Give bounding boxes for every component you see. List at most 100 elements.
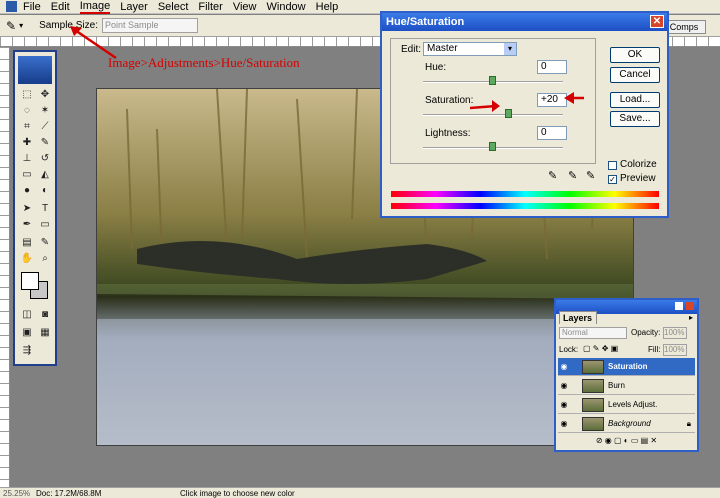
palette-menu-icon[interactable]: ▸ <box>689 313 693 322</box>
lock-icon: 🔒︎ <box>686 418 691 428</box>
quick-mask-icon[interactable]: ◫ <box>19 308 35 322</box>
clone-stamp-icon[interactable]: ⊥ <box>19 152 35 166</box>
pen-tool-icon[interactable]: ✒ <box>19 218 35 232</box>
hand-tool-icon[interactable]: ✋ <box>19 252 35 266</box>
chevron-down-icon[interactable]: ▾ <box>504 43 516 55</box>
blur-tool-icon[interactable]: ● <box>19 184 35 198</box>
layer-row[interactable]: ◉ Levels Adjust. <box>558 396 695 414</box>
lightness-slider[interactable] <box>423 142 563 151</box>
status-bar: 25.25% Doc: 17.2M/68.8M Click image to c… <box>0 487 720 498</box>
lightness-slider-knob[interactable] <box>489 142 496 151</box>
crop-tool-icon[interactable]: ⌗ <box>19 120 35 134</box>
history-brush-icon[interactable]: ↺ <box>37 152 53 166</box>
load-button[interactable]: Load... <box>610 92 660 108</box>
dialog-titlebar[interactable]: Hue/Saturation ✕ <box>382 13 667 31</box>
eye-icon[interactable]: ◉ <box>558 362 570 371</box>
layer-thumbnail <box>582 397 604 412</box>
lightness-field[interactable]: 0 <box>537 126 567 140</box>
lightness-label: Lightness: <box>425 128 471 139</box>
status-hint: Click image to choose new color <box>180 489 295 498</box>
layer-row[interactable]: ◉ Burn <box>558 377 695 395</box>
menu-file[interactable]: File <box>23 1 41 13</box>
notes-tool-icon[interactable]: ▤ <box>19 236 35 250</box>
paint-bucket-icon[interactable]: ◭ <box>37 168 53 182</box>
layers-footer-icons[interactable]: ⊘ ◉ ▢ ◐ ▭ ▤ ✕ <box>558 436 695 448</box>
lock-label: Lock: <box>559 345 579 354</box>
output-spectrum-bar <box>391 203 659 209</box>
rectangle-tool-icon[interactable]: ▭ <box>37 218 53 232</box>
preview-label: Preview <box>620 173 656 184</box>
fill-label: Fill: <box>648 345 661 354</box>
opacity-label: Opacity: <box>631 328 661 337</box>
screen-mode-icon[interactable]: ▣ <box>19 326 35 340</box>
eye-icon[interactable]: ◉ <box>558 400 570 409</box>
cancel-button[interactable]: Cancel <box>610 67 660 83</box>
dodge-tool-icon[interactable]: ◐ <box>37 184 53 198</box>
full-screen-mode-icon[interactable]: ▦ <box>37 326 53 340</box>
saturation-arrows-icon <box>470 92 584 112</box>
imageready-jump-icon[interactable]: ⇶ <box>19 344 35 358</box>
layer-row[interactable]: ◉ Saturation <box>558 358 695 376</box>
eyedropper-icon[interactable]: ✎ <box>548 169 557 182</box>
layer-thumbnail <box>582 378 604 393</box>
preview-checkbox[interactable]: ✓ <box>608 175 617 184</box>
lasso-tool-icon[interactable]: ◌ <box>19 104 35 118</box>
menu-edit[interactable]: Edit <box>51 1 70 13</box>
eyedropper-tool-icon[interactable]: ✎ <box>37 236 53 250</box>
close-icon[interactable] <box>686 302 694 310</box>
type-tool-icon[interactable]: T <box>37 202 53 216</box>
minimize-icon[interactable] <box>675 302 683 310</box>
healing-brush-icon[interactable]: ✚ <box>19 136 35 150</box>
photoshop-icon <box>6 1 17 12</box>
hue-slider-knob[interactable] <box>489 76 496 85</box>
slice-tool-icon[interactable]: ⟋ <box>37 120 53 134</box>
menu-filter[interactable]: Filter <box>198 1 222 13</box>
layers-tab[interactable]: Layers <box>559 311 597 324</box>
menu-view[interactable]: View <box>233 1 257 13</box>
eraser-tool-icon[interactable]: ▭ <box>19 168 35 182</box>
dialog-title: Hue/Saturation <box>386 16 465 28</box>
layer-thumbnail <box>582 416 604 431</box>
foreground-color-swatch[interactable] <box>21 272 39 290</box>
hue-slider[interactable] <box>423 76 563 85</box>
magic-wand-tool-icon[interactable]: ✶ <box>37 104 53 118</box>
colorize-label: Colorize <box>620 159 657 170</box>
close-icon[interactable]: ✕ <box>650 15 664 28</box>
marquee-tool-icon[interactable]: ⬚ <box>19 88 35 102</box>
layer-name: Levels Adjust. <box>608 400 658 409</box>
menu-layer[interactable]: Layer <box>120 1 148 13</box>
move-tool-icon[interactable]: ✥ <box>37 88 53 102</box>
saturation-label: Saturation: <box>425 95 474 106</box>
colorize-checkbox[interactable] <box>608 161 617 170</box>
opacity-field[interactable]: 100% <box>663 327 687 339</box>
eye-icon[interactable]: ◉ <box>558 419 570 428</box>
hue-field[interactable]: 0 <box>537 60 567 74</box>
menu-image[interactable]: Image <box>79 0 111 14</box>
lock-icons[interactable]: ▢ ✎ ✥ ▣ <box>583 344 618 353</box>
layers-palette: Layers ▸ Normal Opacity: 100% Lock: ▢ ✎ … <box>554 298 699 452</box>
quick-mask-edit-icon[interactable]: ◙ <box>37 308 53 322</box>
menu-select[interactable]: Select <box>158 1 189 13</box>
ok-button[interactable]: OK <box>610 47 660 63</box>
brush-tool-icon[interactable]: ✎ <box>37 136 53 150</box>
tool-preset-chevron-icon[interactable]: ▾ <box>19 21 23 30</box>
input-spectrum-bar <box>391 191 659 197</box>
eye-icon[interactable]: ◉ <box>558 381 570 390</box>
menu-window[interactable]: Window <box>267 1 306 13</box>
zoom-tool-icon[interactable]: ⌕ <box>37 252 53 266</box>
layer-thumbnail <box>582 359 604 374</box>
hue-label: Hue: <box>425 62 447 73</box>
blend-mode-select[interactable]: Normal <box>559 327 627 339</box>
zoom-level[interactable]: 25.25% <box>3 488 30 498</box>
eyedropper-plus-icon[interactable]: ✎ <box>568 169 577 182</box>
menu-help[interactable]: Help <box>316 1 339 13</box>
toolbox: ⬚ ✥ ◌ ✶ ⌗ ⟋ ✚ ✎ ⊥ ↺ ▭ ◭ ● ◐ ➤ T ✒ ▭ ▤ ✎ … <box>13 50 57 366</box>
fill-field[interactable]: 100% <box>663 344 687 356</box>
edit-select[interactable]: Master ▾ <box>423 42 517 56</box>
layer-row[interactable]: ◉ Background 🔒︎ <box>558 415 695 433</box>
save-button[interactable]: Save... <box>610 111 660 127</box>
path-selection-icon[interactable]: ➤ <box>19 202 35 216</box>
layer-name: Saturation <box>608 362 648 371</box>
eyedropper-icon[interactable]: ✎ <box>6 19 16 33</box>
eyedropper-minus-icon[interactable]: ✎ <box>586 169 595 182</box>
